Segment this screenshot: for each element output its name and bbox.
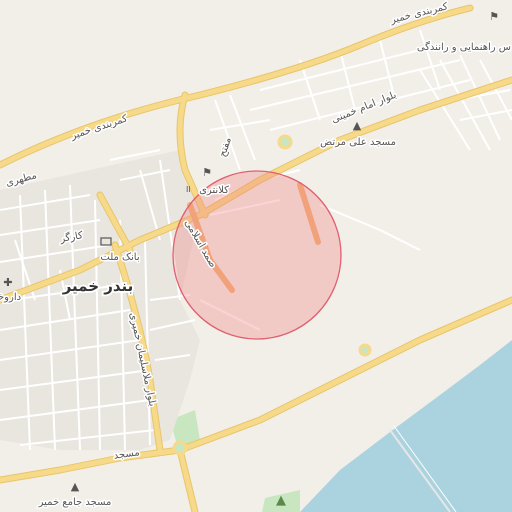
tree-icon: ▲	[276, 493, 286, 508]
poi-label-traffic-police: س راهنمایی و رانندگی	[417, 41, 511, 53]
map-canvas[interactable]: بندر خمیر کمربندی خمیر کمربندی خمیر بلوا…	[0, 0, 512, 512]
police-icon: ⚑	[489, 10, 499, 23]
poi-label-jame-mosque: مسجد جامع خمیر	[38, 497, 112, 508]
pharmacy-icon: ✚	[3, 276, 12, 289]
poi-label-mosque-ali-morteza: مسجد علی مرتض	[320, 137, 396, 148]
mosque-icon: ▲	[71, 480, 80, 493]
mosque-icon: ▲	[353, 119, 362, 132]
map-view[interactable]: بندر خمیر کمربندی خمیر کمربندی خمیر بلوا…	[0, 0, 512, 512]
search-radius-circle	[172, 170, 342, 340]
police-icon: ⚑	[202, 166, 212, 179]
poi-label-pharmacy: داروخا	[0, 292, 21, 303]
road-markers: II	[186, 185, 191, 194]
poi-label-police: کلانتری	[199, 185, 229, 196]
poi-label-bank-mellat: بانک ملت	[100, 252, 139, 263]
city-label: بندر خمیر	[62, 277, 134, 295]
poi-park[interactable]: ▲	[276, 493, 286, 508]
road-marker: II	[186, 185, 191, 194]
